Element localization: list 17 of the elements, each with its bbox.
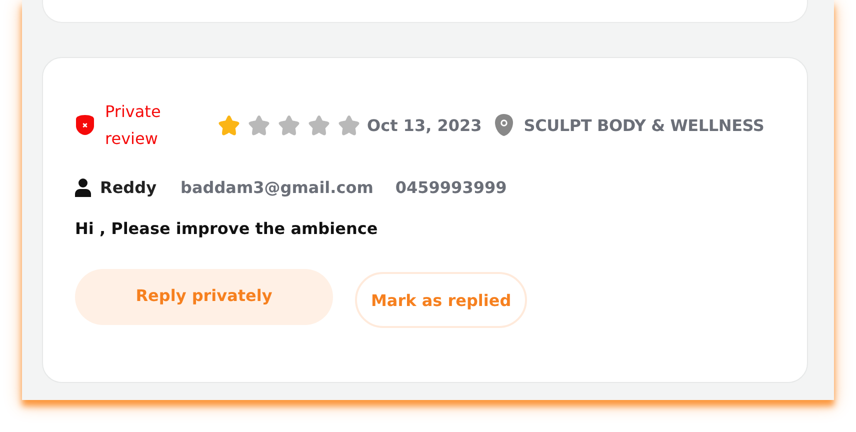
review-message: Hi , Please improve the ambience <box>75 219 379 238</box>
private-review-label: Private review <box>105 101 162 150</box>
star-icon <box>337 113 361 137</box>
shield-icon <box>75 114 95 136</box>
reviewer-name: Reddy <box>100 178 157 197</box>
star-icon <box>277 113 301 137</box>
star-icon <box>247 113 271 137</box>
reviewer-email: baddam3@gmail.com <box>180 178 374 197</box>
reviewer-phone: 0459993999 <box>395 178 507 197</box>
review-date: Oct 13, 2023 <box>367 116 482 134</box>
location-pin-icon <box>494 113 514 137</box>
business-name: SCULPT BODY & WELLNESS <box>524 116 764 134</box>
mark-replied-button[interactable]: Mark as replied <box>355 272 528 328</box>
person-icon <box>75 178 91 197</box>
star-icon <box>217 113 241 137</box>
reply-privately-button[interactable]: Reply privately <box>75 269 333 325</box>
star-icon <box>307 113 331 137</box>
